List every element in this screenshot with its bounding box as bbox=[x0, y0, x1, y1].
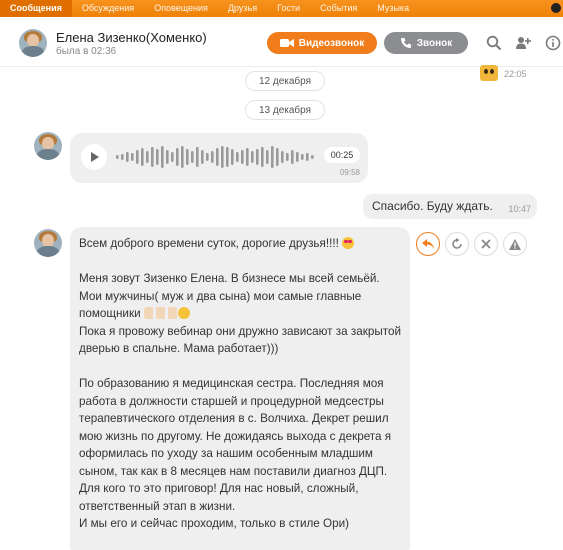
waveform-bar bbox=[226, 147, 229, 167]
contact-name[interactable]: Елена Зизенко(Хоменко) bbox=[56, 30, 207, 45]
waveform-bar bbox=[176, 148, 179, 166]
waveform-bar bbox=[241, 150, 244, 164]
message-paragraph: По образованию я медицинская сестра. Пос… bbox=[79, 377, 392, 530]
delete-button[interactable] bbox=[474, 232, 498, 256]
waveform-bar bbox=[151, 147, 154, 167]
waveform[interactable] bbox=[116, 145, 316, 169]
waveform-bar bbox=[276, 148, 279, 166]
avatar[interactable] bbox=[34, 229, 62, 257]
video-camera-icon bbox=[279, 39, 294, 47]
waveform-bar bbox=[231, 149, 234, 165]
close-icon bbox=[481, 239, 491, 249]
report-button[interactable] bbox=[503, 232, 527, 256]
tab-discussions[interactable]: Обсуждения bbox=[72, 0, 144, 17]
tab-notifications[interactable]: Оповещения bbox=[144, 0, 218, 17]
waveform-bar bbox=[131, 153, 134, 161]
call-button[interactable]: Звонок bbox=[384, 32, 468, 54]
waveform-bar bbox=[281, 151, 284, 163]
waveform-bar bbox=[306, 153, 309, 161]
tab-friends[interactable]: Друзья bbox=[218, 0, 267, 17]
waveform-bar bbox=[161, 146, 164, 168]
waveform-bar bbox=[121, 154, 124, 160]
phone-icon bbox=[400, 38, 411, 48]
outgoing-message[interactable]: Спасибо. Буду ждать. 10:47 bbox=[363, 194, 537, 219]
waveform-bar bbox=[211, 151, 214, 163]
contact-status: была в 02:36 bbox=[56, 46, 117, 57]
heart-eyes-emoji-icon bbox=[342, 237, 355, 249]
waveform-bar bbox=[166, 150, 169, 164]
voice-message[interactable]: 00:25 09:58 bbox=[70, 133, 368, 183]
waveform-bar bbox=[311, 155, 314, 159]
info-icon[interactable] bbox=[545, 35, 561, 51]
message-paragraph: Всем доброго времени суток, дорогие друз… bbox=[70, 235, 410, 253]
message-paragraph: Меня зовут Зизенко Елена. В бизнесе мы в… bbox=[79, 272, 401, 355]
waveform-bar bbox=[261, 147, 264, 167]
waveform-bar bbox=[206, 153, 209, 161]
conversation-header: Елена Зизенко(Хоменко) была в 02:36 Виде… bbox=[0, 17, 563, 67]
tab-music[interactable]: Музыка bbox=[367, 0, 419, 17]
waveform-bar bbox=[126, 152, 129, 162]
avatar[interactable] bbox=[19, 29, 47, 57]
waveform-bar bbox=[296, 152, 299, 162]
message-time: 22:05 bbox=[504, 69, 527, 79]
waveform-bar bbox=[136, 150, 139, 164]
date-separator: 13 декабря bbox=[245, 100, 325, 120]
date-separator: 12 декабря bbox=[245, 71, 325, 91]
message-time: 10:47 bbox=[508, 204, 531, 214]
waveform-bar bbox=[251, 151, 254, 163]
tab-guests[interactable]: Гости bbox=[267, 0, 310, 17]
waveform-bar bbox=[301, 154, 304, 160]
waveform-bar bbox=[256, 149, 259, 165]
incoming-message[interactable]: Всем доброго времени суток, дорогие друз… bbox=[70, 227, 410, 550]
waveform-bar bbox=[266, 150, 269, 164]
waveform-bar bbox=[181, 146, 184, 168]
forward-button[interactable] bbox=[445, 232, 469, 256]
video-call-button[interactable]: Видеозвонок bbox=[267, 32, 377, 54]
notification-dot bbox=[551, 3, 561, 13]
waveform-bar bbox=[196, 147, 199, 167]
waveform-bar bbox=[236, 152, 239, 162]
waveform-bar bbox=[116, 155, 119, 159]
search-icon[interactable] bbox=[486, 35, 502, 51]
previous-message: 22:05 bbox=[476, 65, 536, 83]
waveform-bar bbox=[221, 146, 224, 168]
waveform-bar bbox=[246, 148, 249, 166]
sticker-emoji-icon bbox=[480, 65, 498, 81]
message-actions bbox=[416, 232, 527, 256]
call-label: Звонок bbox=[416, 37, 453, 49]
warning-icon bbox=[509, 238, 521, 250]
waveform-bar bbox=[291, 150, 294, 164]
play-icon[interactable] bbox=[81, 144, 107, 170]
message-text: Спасибо. Буду ждать. bbox=[372, 199, 493, 213]
grin-emoji-icon bbox=[177, 307, 190, 319]
waveform-bar bbox=[286, 153, 289, 161]
family-emoji-icon bbox=[143, 307, 178, 319]
waveform-bar bbox=[186, 149, 189, 165]
avatar[interactable] bbox=[34, 132, 62, 160]
waveform-bar bbox=[146, 151, 149, 163]
message-list[interactable]: 22:05 12 декабря 13 декабря 00:25 09:58 … bbox=[0, 65, 563, 550]
top-navigation: Сообщения Обсуждения Оповещения Друзья Г… bbox=[0, 0, 563, 17]
waveform-bar bbox=[216, 148, 219, 166]
voice-duration: 00:25 bbox=[324, 147, 360, 163]
waveform-bar bbox=[156, 149, 159, 165]
waveform-bar bbox=[191, 151, 194, 163]
tab-events[interactable]: События bbox=[310, 0, 367, 17]
waveform-bar bbox=[201, 150, 204, 164]
reply-button[interactable] bbox=[416, 232, 440, 256]
tab-messages[interactable]: Сообщения bbox=[0, 0, 72, 17]
waveform-bar bbox=[171, 152, 174, 162]
waveform-bar bbox=[271, 146, 274, 168]
message-time: 09:58 bbox=[339, 168, 360, 177]
reply-icon bbox=[422, 239, 434, 249]
forward-icon bbox=[452, 238, 462, 249]
waveform-bar bbox=[141, 148, 144, 166]
video-call-label: Видеозвонок bbox=[298, 37, 365, 49]
add-user-icon[interactable] bbox=[515, 35, 531, 51]
